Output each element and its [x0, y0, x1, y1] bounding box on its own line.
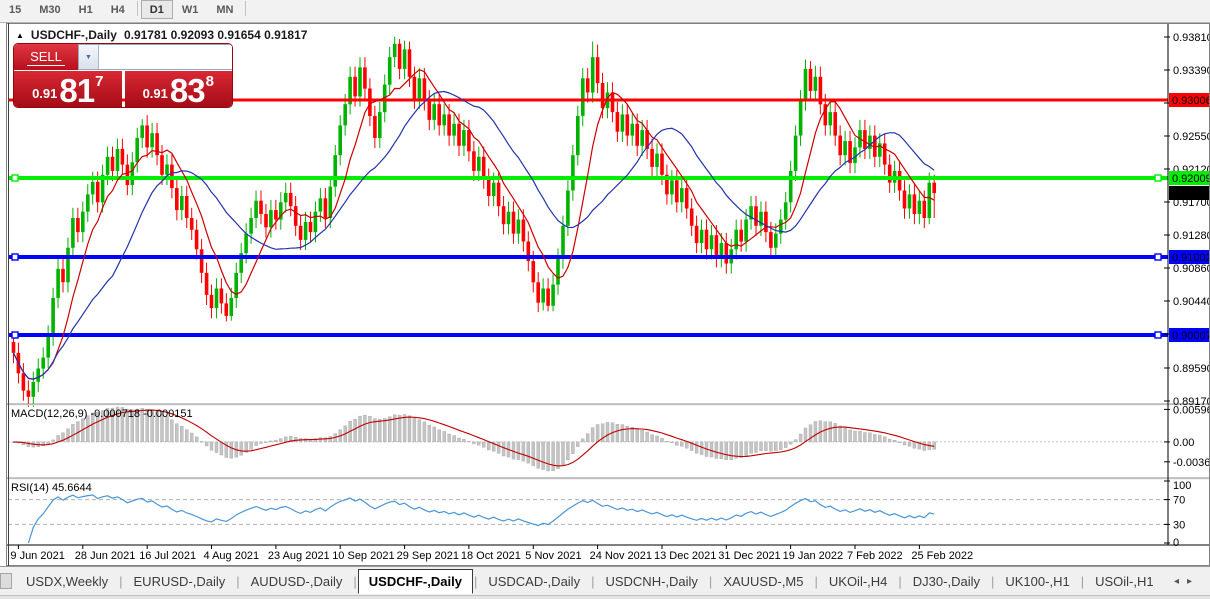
ask-price-major: 0.91: [143, 86, 168, 101]
tab-usoil-h1[interactable]: USOil-,H1: [1085, 570, 1164, 593]
volume-spinner: ▼ ▲: [78, 44, 232, 70]
tab-usdchf-daily[interactable]: USDCHF-,Daily: [358, 569, 473, 594]
rsi-label: RSI(14) 45.6644: [11, 482, 92, 494]
chart-window: 0.938100.933900.929700.925500.921200.917…: [6, 23, 1210, 566]
date-tick-label: 24 Nov 2021: [590, 550, 652, 562]
ask-price-point: 8: [206, 73, 214, 90]
sell-button[interactable]: SELL: [14, 44, 78, 70]
tab-usdcnh-daily[interactable]: USDCNH-,Daily: [595, 570, 707, 593]
timeframe-w1[interactable]: W1: [173, 0, 208, 19]
price-tag-0.93006: 0.93006: [1169, 93, 1210, 107]
rsi-tick-label: 100: [1173, 480, 1191, 492]
timeframe-mn[interactable]: MN: [207, 0, 242, 19]
hline-0.90007[interactable]: [8, 332, 1168, 338]
rsi-tick-label: 70: [1173, 495, 1185, 507]
bid-price-pips: 81: [59, 78, 94, 104]
one-click-trading-panel: SELL ▼ ▲ BUY 0.91817 0.91838: [14, 44, 232, 107]
tab-eurusd-daily[interactable]: EURUSD-,Daily: [124, 570, 236, 593]
volume-decrease-button[interactable]: ▼: [79, 45, 99, 69]
svg-text:0.91817: 0.91817: [1172, 188, 1210, 200]
chart-ohlc-label: 0.91781 0.92093 0.91654 0.91817: [124, 28, 308, 42]
tab-dj30-daily[interactable]: DJ30-,Daily: [903, 570, 990, 593]
macd-tick-label: -0.003664: [1173, 457, 1210, 469]
current-price-tag: 0.91817: [1169, 186, 1210, 200]
tab-xauusd-m5[interactable]: XAUUSD-,M5: [713, 570, 813, 593]
tab-uk100-h1[interactable]: UK100-,H1: [995, 570, 1079, 593]
tab-audusd-daily[interactable]: AUDUSD-,Daily: [241, 570, 353, 593]
timeframe-h4[interactable]: H4: [102, 0, 134, 19]
bid-price-major: 0.91: [32, 86, 57, 101]
date-tick-label: 7 Feb 2022: [847, 550, 903, 562]
line-handle[interactable]: [1155, 254, 1161, 260]
date-tick-label: 18 Oct 2021: [461, 550, 521, 562]
tab-usdcad-daily[interactable]: USDCAD-,Daily: [478, 570, 590, 593]
toolbar-separator: [245, 1, 246, 16]
timeframe-toolbar: 15M30H1H4 D1W1MN: [0, 0, 1210, 23]
date-tick-label: 28 Jun 2021: [75, 550, 136, 562]
date-tick-label: 4 Aug 2021: [204, 550, 260, 562]
bid-price[interactable]: 0.91817: [14, 71, 122, 107]
tabs-scroll-left-icon[interactable]: ◂: [1174, 576, 1187, 587]
date-tick-label: 29 Sep 2021: [397, 550, 459, 562]
price-tag-0.91002: 0.91002: [1169, 250, 1210, 264]
price-tick-label: 0.90860: [1173, 263, 1210, 275]
date-tick-label: 13 Dec 2021: [654, 550, 716, 562]
price-tick-label: 0.91280: [1173, 230, 1210, 242]
macd-tick-label: 0.00: [1173, 437, 1194, 449]
price-tick-label: 0.89590: [1173, 363, 1210, 375]
price-tick-label: 0.93810: [1173, 32, 1210, 44]
price-tick-label: 0.90440: [1173, 296, 1210, 308]
date-tick-label: 5 Nov 2021: [525, 550, 581, 562]
chart-symbol-label: USDCHF-,Daily: [31, 28, 117, 42]
triangle-down-icon: ▼: [85, 54, 92, 61]
price-tick-label: 0.93390: [1173, 65, 1210, 77]
rsi-tick-label: 0: [1173, 537, 1179, 549]
tab-corner-box: [0, 573, 12, 589]
line-handle[interactable]: [12, 254, 18, 260]
date-tick-label: 10 Sep 2021: [332, 550, 394, 562]
date-tick-label: 19 Jan 2022: [783, 550, 844, 562]
ask-price-pips: 83: [170, 78, 205, 104]
tab-ukoil-h4[interactable]: UKOil-,H4: [819, 570, 898, 593]
date-tick-label: 16 Jul 2021: [139, 550, 196, 562]
date-tick-label: 25 Feb 2022: [911, 550, 973, 562]
line-handle[interactable]: [12, 175, 18, 181]
hline-0.91002[interactable]: [8, 254, 1168, 260]
line-handle[interactable]: [1155, 175, 1161, 181]
volume-input[interactable]: [99, 45, 232, 69]
line-handle[interactable]: [12, 332, 18, 338]
svg-text:0.91002: 0.91002: [1172, 252, 1210, 264]
date-tick-label: 31 Dec 2021: [718, 550, 780, 562]
status-strip: [0, 595, 1210, 599]
bid-price-point: 7: [95, 73, 103, 90]
tabs-scroll-right-icon[interactable]: ▸: [1187, 576, 1200, 587]
tab-usdx-weekly[interactable]: USDX,Weekly: [16, 570, 118, 593]
timeframe-m30[interactable]: M30: [30, 0, 69, 19]
date-tick-label: 9 Jun 2021: [10, 550, 64, 562]
toolbar-separator: [137, 1, 138, 16]
svg-text:0.92009: 0.92009: [1172, 173, 1210, 185]
timeframe-h1[interactable]: H1: [70, 0, 102, 19]
svg-text:0.90007: 0.90007: [1172, 330, 1210, 342]
chart-tab-bar: USDX,Weekly|EURUSD-,Daily|AUDUSD-,Daily|…: [0, 566, 1210, 595]
timeframe-d1[interactable]: D1: [141, 0, 173, 19]
macd-tick-label: 0.005963: [1173, 404, 1210, 416]
price-tag-0.90007: 0.90007: [1169, 328, 1210, 342]
timeframe-15[interactable]: 15: [0, 0, 30, 19]
rsi-tick-label: 30: [1173, 519, 1185, 531]
svg-text:0.93006: 0.93006: [1172, 95, 1210, 107]
line-handle[interactable]: [1155, 332, 1161, 338]
price-tag-0.92009: 0.92009: [1169, 171, 1210, 185]
date-tick-label: 23 Aug 2021: [268, 550, 330, 562]
price-tick-label: 0.92550: [1173, 131, 1210, 143]
ask-price[interactable]: 0.91838: [125, 71, 233, 107]
chart-title: ▲ USDCHF-,Daily 0.91781 0.92093 0.91654 …: [16, 28, 307, 42]
collapse-icon[interactable]: ▲: [16, 31, 24, 40]
rsi-line: [28, 495, 934, 543]
macd-label: MACD(12,26,9) -0.000718 -0.000151: [11, 408, 193, 420]
